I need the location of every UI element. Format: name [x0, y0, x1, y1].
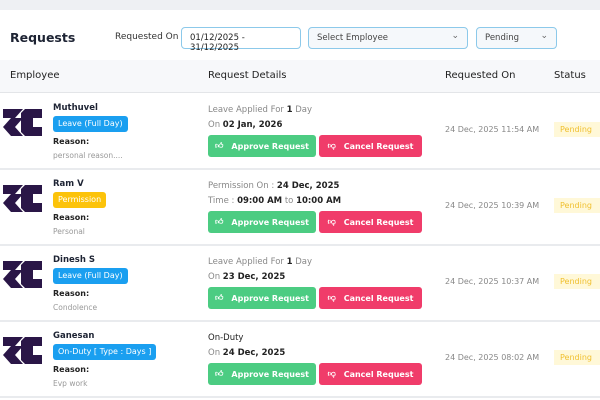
request-type-badge: Leave (Full Day)	[53, 268, 128, 284]
employee-name: Dinesh S	[53, 255, 95, 265]
status-badge: Pending	[554, 122, 600, 137]
request-detail-line-2: On 24 Dec, 2025	[208, 348, 286, 358]
requested-on: 24 Dec, 2025 11:54 AM	[445, 125, 540, 134]
request-detail-line-1: Leave Applied For 1 Day	[208, 105, 313, 115]
thumbs-down-icon: 👎︎	[327, 141, 336, 150]
company-logo	[3, 337, 42, 364]
request-detail-line-2: On 23 Dec, 2025	[208, 272, 286, 282]
column-request-details: Request Details	[208, 70, 287, 81]
approve-label: Approve Request	[231, 369, 309, 379]
column-status: Status	[554, 70, 586, 81]
request-type-badge: On-Duty [ Type : Days ]	[53, 344, 157, 360]
reason-text: Condolence	[53, 303, 98, 312]
employee-name: Ram V	[53, 179, 84, 189]
request-detail-line-2: On 02 Jan, 2026	[208, 120, 283, 130]
approve-request-button[interactable]: 👍︎ Approve Request	[208, 287, 316, 309]
requested-on: 24 Dec, 2025 10:39 AM	[445, 201, 540, 210]
approve-request-button[interactable]: 👍︎ Approve Request	[208, 211, 316, 233]
request-detail-line-2: Time : 09:00 AM to 10:00 AM	[208, 196, 342, 206]
cancel-label: Cancel Request	[343, 293, 414, 303]
thumbs-down-icon: 👎︎	[327, 217, 336, 226]
thumbs-up-icon: 👍︎	[215, 217, 224, 226]
status-select-value: Pending	[485, 33, 519, 43]
request-detail-line-1: Leave Applied For 1 Day	[208, 257, 313, 267]
cancel-request-button[interactable]: 👎︎ Cancel Request	[319, 135, 422, 157]
employee-select[interactable]: Select Employee ⌄	[308, 27, 468, 49]
company-logo	[3, 261, 42, 288]
thumbs-down-icon: 👎︎	[327, 293, 336, 302]
cancel-label: Cancel Request	[343, 141, 414, 151]
company-logo	[3, 185, 42, 212]
table-row: Ram V Permission Reason: Personal Permis…	[0, 171, 600, 246]
chevron-down-icon: ⌄	[540, 31, 548, 41]
request-type-badge: Permission	[53, 192, 107, 208]
approve-request-button[interactable]: 👍︎ Approve Request	[208, 363, 316, 385]
reason-label: Reason:	[53, 137, 90, 146]
request-type-badge: Leave (Full Day)	[53, 116, 128, 132]
reason-label: Reason:	[53, 213, 90, 222]
cancel-request-button[interactable]: 👎︎ Cancel Request	[319, 287, 422, 309]
reason-text: Evp work	[53, 379, 88, 388]
table-header: Employee Request Details Requested On St…	[0, 60, 600, 93]
request-detail-line-1: Permission On : 24 Dec, 2025	[208, 181, 340, 191]
column-requested-on: Requested On	[445, 70, 516, 81]
reason-text: personal reason....	[53, 151, 123, 160]
page-title: Requests	[10, 30, 76, 45]
approve-label: Approve Request	[231, 293, 309, 303]
cancel-label: Cancel Request	[343, 217, 414, 227]
status-select[interactable]: Pending ⌄	[476, 27, 557, 49]
table-row: Ganesan On-Duty [ Type : Days ] Reason: …	[0, 323, 600, 398]
thumbs-up-icon: 👍︎	[215, 293, 224, 302]
status-badge: Pending	[554, 198, 600, 213]
table-row: Muthuvel Leave (Full Day) Reason: person…	[0, 95, 600, 170]
thumbs-up-icon: 👍︎	[215, 369, 224, 378]
thumbs-down-icon: 👎︎	[327, 369, 336, 378]
requested-on: 24 Dec, 2025 10:37 AM	[445, 277, 540, 286]
thumbs-up-icon: 👍︎	[215, 141, 224, 150]
company-logo	[3, 109, 42, 136]
cancel-request-button[interactable]: 👎︎ Cancel Request	[319, 363, 422, 385]
status-badge: Pending	[554, 274, 600, 289]
chevron-down-icon: ⌄	[451, 31, 459, 41]
table-row: Dinesh S Leave (Full Day) Reason: Condol…	[0, 247, 600, 322]
requested-on: 24 Dec, 2025 08:02 AM	[445, 353, 540, 362]
column-employee: Employee	[10, 70, 60, 81]
employee-name: Ganesan	[53, 331, 95, 341]
approve-label: Approve Request	[231, 217, 309, 227]
approve-label: Approve Request	[231, 141, 309, 151]
filter-label: Requested On	[115, 32, 179, 42]
cancel-label: Cancel Request	[343, 369, 414, 379]
cancel-request-button[interactable]: 👎︎ Cancel Request	[319, 211, 422, 233]
employee-select-placeholder: Select Employee	[317, 33, 389, 43]
employee-name: Muthuvel	[53, 103, 98, 113]
reason-label: Reason:	[53, 289, 90, 298]
approve-request-button[interactable]: 👍︎ Approve Request	[208, 135, 316, 157]
request-detail-line-1: On-Duty	[208, 333, 244, 343]
top-bar	[0, 0, 600, 10]
date-range-input[interactable]: 01/12/2025 - 31/12/2025	[181, 27, 301, 53]
reason-text: Personal	[53, 227, 85, 236]
status-badge: Pending	[554, 350, 600, 365]
reason-label: Reason:	[53, 365, 90, 374]
